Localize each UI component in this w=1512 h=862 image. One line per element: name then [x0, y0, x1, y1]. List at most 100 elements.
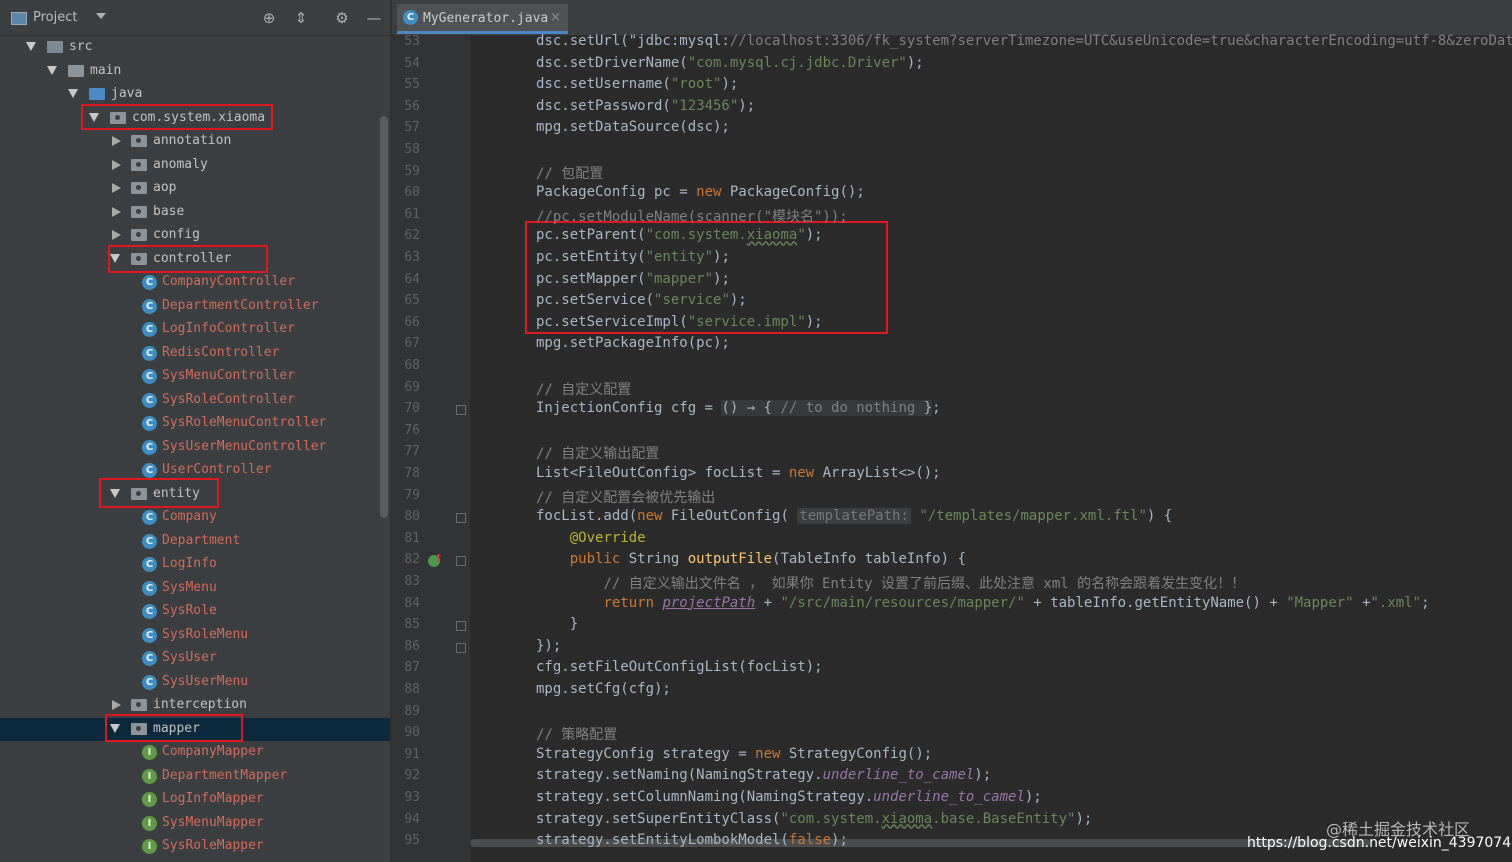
tree-scrollbar[interactable]	[380, 116, 388, 518]
minimize-icon[interactable]: —	[364, 8, 384, 28]
code-line[interactable]: PackageConfig pc = new PackageConfig();	[536, 184, 865, 200]
code-line[interactable]: // 自定义输出文件名 ， 如果你 Entity 设置了前后缀、此处注意 xml…	[536, 573, 1245, 593]
tree-item[interactable]: C SysMenu	[0, 577, 390, 600]
code-line[interactable]: pc.setServiceImpl("service.impl");	[536, 314, 823, 330]
expand-arrow-icon[interactable]	[26, 42, 36, 51]
code-line[interactable]: focList.add(new FileOutConfig( templateP…	[536, 508, 1172, 525]
code-line[interactable]: // 自定义配置	[536, 379, 631, 399]
class-icon: C	[142, 651, 157, 666]
collapse-arrow-icon[interactable]	[112, 206, 121, 217]
tree-item[interactable]: I LogInfoMapper	[0, 788, 390, 811]
tree-item[interactable]: anomaly	[0, 154, 390, 177]
code-line[interactable]: InjectionConfig cfg = () → { // to do no…	[536, 400, 941, 417]
tree-item-label: LogInfo	[162, 556, 217, 571]
tree-item[interactable]: C SysRole	[0, 600, 390, 623]
tree-item[interactable]: C RedisController	[0, 342, 390, 365]
tree-item-label: LogInfoController	[162, 321, 296, 336]
code-line[interactable]: // 自定义输出配置	[536, 443, 659, 463]
tree-item[interactable]: java	[0, 83, 390, 106]
collapse-icon[interactable]: ⇕	[291, 8, 311, 28]
class-icon: C	[142, 322, 157, 337]
code-line[interactable]: });	[536, 638, 561, 654]
tree-item[interactable]: I SysMenuMapper	[0, 812, 390, 835]
line-number: 85	[404, 617, 420, 633]
tree-item-label: SysMenuMapper	[162, 814, 264, 830]
project-title[interactable]: Project	[33, 10, 77, 25]
code-line[interactable]: pc.setEntity("entity");	[536, 249, 730, 265]
code-line[interactable]: dsc.setPassword("123456");	[536, 98, 755, 114]
collapse-arrow-icon[interactable]	[112, 230, 121, 240]
collapse-arrow-icon[interactable]	[112, 159, 121, 170]
tree-item[interactable]: I SysRoleMapper	[0, 835, 390, 858]
code-line[interactable]: dsc.setUsername("root");	[536, 76, 738, 92]
fold-marker-icon[interactable]	[456, 642, 466, 653]
tree-item-label: annotation	[153, 133, 232, 148]
expand-arrow-icon[interactable]	[47, 65, 57, 75]
code-line[interactable]: dsc.setUrl("jdbc:mysql://localhost:3306/…	[536, 33, 1512, 49]
code-line[interactable]: pc.setParent("com.system.xiaoma");	[536, 227, 823, 243]
tree-item[interactable]: aop	[0, 177, 390, 200]
tree-item-label: config	[153, 227, 200, 242]
expand-arrow-icon[interactable]	[68, 89, 78, 98]
code-line[interactable]: strategy.setEntityLombokModel(false);	[536, 832, 848, 848]
crosshair-icon[interactable]: ⊕	[259, 8, 279, 28]
arrow-up-icon: ↑	[434, 552, 444, 565]
chevron-down-icon[interactable]	[96, 13, 106, 19]
code-line[interactable]: @Override	[536, 530, 646, 546]
tree-item[interactable]: annotation	[0, 130, 390, 153]
line-number: 55	[404, 77, 420, 93]
tree-item[interactable]: base	[0, 201, 390, 224]
code-line[interactable]: pc.setService("service");	[536, 292, 747, 308]
tree-item[interactable]: I DepartmentMapper	[0, 765, 390, 788]
fold-marker-icon[interactable]	[456, 621, 466, 632]
tree-item[interactable]: C SysUser	[0, 647, 390, 670]
tree-item[interactable]: C SysRoleMenu	[0, 624, 390, 647]
code-line[interactable]: List<FileOutConfig> focList = new ArrayL…	[536, 465, 941, 481]
code-line[interactable]: strategy.setSuperEntityClass("com.system…	[536, 811, 1092, 827]
code-line[interactable]: mpg.setDataSource(dsc);	[536, 119, 730, 135]
fold-marker-icon[interactable]	[456, 556, 466, 567]
project-toolbar: Project ⊕ ⇕ ⚙ —	[0, 0, 390, 36]
tree-item[interactable]: C SysUserMenu	[0, 671, 390, 694]
fold-marker-icon[interactable]	[456, 513, 466, 524]
code-line[interactable]: // 自定义配置会被优先输出	[536, 487, 715, 507]
tree-item-label: Company	[162, 509, 217, 524]
tab-mygenerator[interactable]: C MyGenerator.java ×	[397, 4, 568, 34]
code-line[interactable]: mpg.setPackageInfo(pc);	[536, 335, 730, 351]
code-line[interactable]: public String outputFile(TableInfo table…	[536, 551, 966, 567]
tree-item[interactable]: main	[0, 60, 390, 83]
code-line[interactable]: pc.setMapper("mapper");	[536, 271, 730, 287]
code-line[interactable]: dsc.setDriverName("com.mysql.cj.jdbc.Dri…	[536, 55, 924, 71]
collapse-arrow-icon[interactable]	[112, 183, 121, 193]
code-line[interactable]: mpg.setCfg(cfg);	[536, 681, 671, 697]
fold-marker-icon[interactable]	[456, 405, 466, 416]
code-line[interactable]: //pc.setModuleName(scanner("模块名"));	[536, 206, 848, 226]
tree-item[interactable]: C SysUserMenuController	[0, 436, 390, 459]
tree-item[interactable]: C SysRoleController	[0, 389, 390, 412]
code-line[interactable]: strategy.setNaming(NamingStrategy.underl…	[536, 767, 991, 783]
collapse-arrow-icon[interactable]	[112, 136, 121, 146]
code-line[interactable]: StrategyConfig strategy = new StrategyCo…	[536, 746, 932, 762]
tree-item[interactable]: src	[0, 36, 390, 59]
collapse-arrow-icon[interactable]	[112, 700, 121, 710]
gear-icon[interactable]: ⚙	[332, 8, 352, 28]
tree-item[interactable]: C LogInfoController	[0, 318, 390, 341]
code-line[interactable]: // 策略配置	[536, 724, 617, 744]
tree-item[interactable]: C LogInfo	[0, 553, 390, 576]
code-line[interactable]: // 包配置	[536, 163, 603, 183]
folder-icon	[68, 64, 84, 77]
tree-item[interactable]: I CompanyMapper	[0, 741, 390, 764]
tree-item[interactable]: C DepartmentController	[0, 295, 390, 318]
tree-item[interactable]: config	[0, 224, 390, 247]
close-icon[interactable]: ×	[550, 10, 561, 25]
tree-item[interactable]: C CompanyController	[0, 271, 390, 294]
tree-item[interactable]: C Department	[0, 530, 390, 553]
tree-item[interactable]: C SysRoleMenuController	[0, 412, 390, 435]
tree-item[interactable]: C SysMenuController	[0, 365, 390, 388]
tree-item[interactable]: C Company	[0, 506, 390, 529]
code-line[interactable]: }	[536, 616, 578, 632]
code-line[interactable]: strategy.setColumnNaming(NamingStrategy.…	[536, 789, 1042, 805]
code-line[interactable]: cfg.setFileOutConfigList(focList);	[536, 659, 823, 675]
class-icon: C	[142, 580, 157, 596]
code-line[interactable]: return projectPath + "/src/main/resource…	[536, 595, 1429, 611]
